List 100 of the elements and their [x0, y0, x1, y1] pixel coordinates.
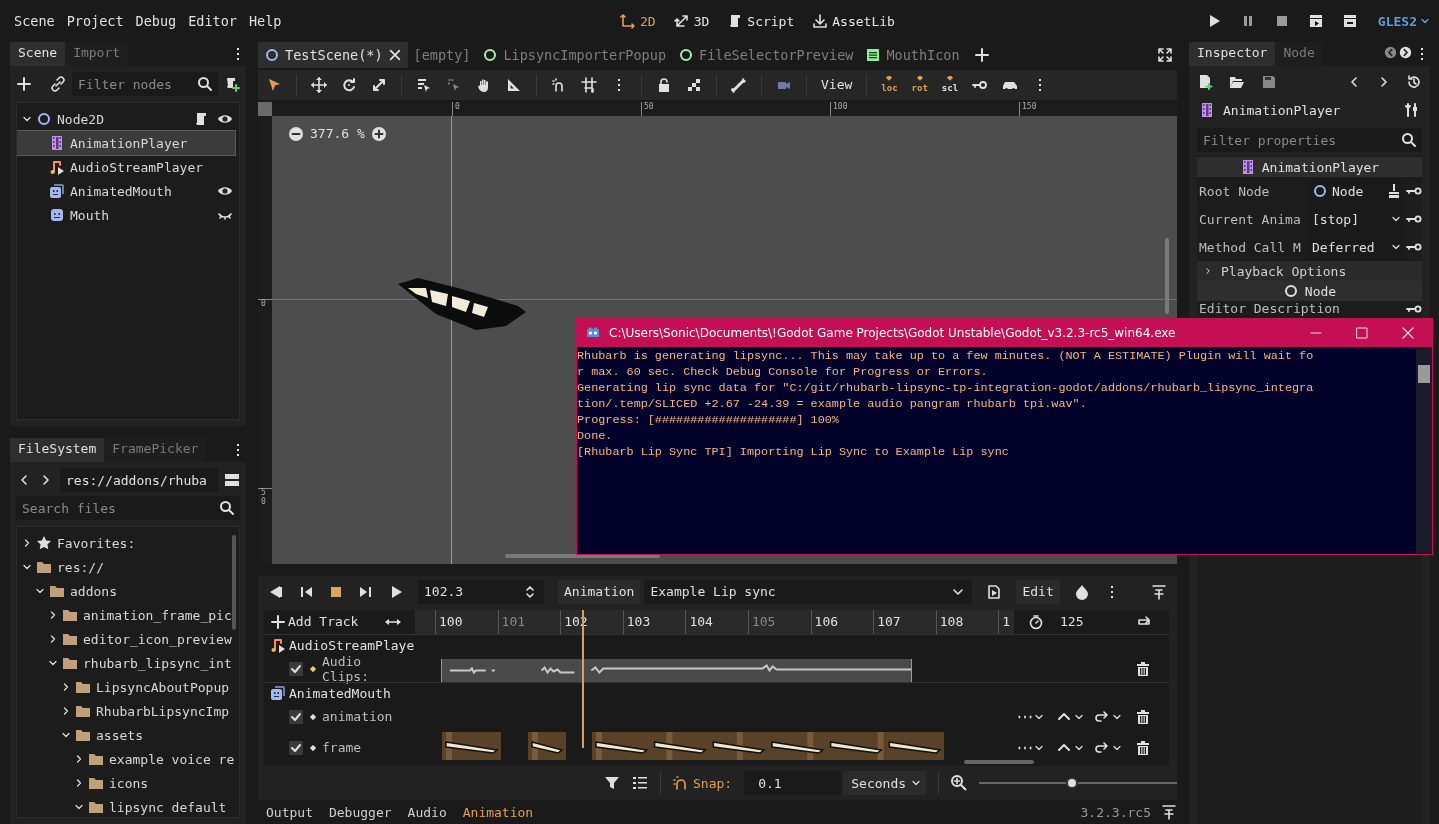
move-icon[interactable] — [311, 76, 327, 93]
rotate-icon[interactable] — [341, 76, 357, 93]
keyframe-button[interactable]: rot — [911, 76, 928, 94]
list-icon[interactable] — [632, 775, 648, 792]
trash-icon[interactable] — [1135, 739, 1151, 756]
onion-icon[interactable] — [1073, 583, 1090, 600]
filter-field[interactable]: Filter nodes — [72, 72, 218, 96]
checkbox[interactable] — [288, 708, 304, 725]
renderer-dropdown[interactable]: GLES2 — [1377, 13, 1431, 29]
file-tree-item[interactable]: LipsyncAboutPopup — [17, 675, 239, 699]
ruler-icon[interactable] — [506, 76, 522, 93]
scene-tree-item[interactable]: AudioStreamPlayer — [17, 155, 239, 179]
keyframe-button[interactable]: loc — [881, 76, 898, 94]
bone-icon[interactable] — [731, 76, 747, 93]
clapper-play-icon[interactable] — [1307, 13, 1324, 29]
zoom-out-icon[interactable] — [288, 125, 304, 142]
animation-menu-button[interactable]: Animation — [558, 579, 641, 604]
menu-item[interactable]: Debug — [129, 9, 183, 33]
workspace-button[interactable]: AssetLib — [812, 11, 895, 31]
new-resource-icon[interactable] — [1197, 74, 1213, 90]
clear-icon[interactable] — [1386, 183, 1402, 199]
tools-icon[interactable] — [1404, 102, 1420, 118]
autoplay-icon[interactable] — [986, 583, 1003, 600]
split-view-icon[interactable] — [224, 472, 240, 488]
file-tree-item[interactable]: rhubarb_lipsync_int — [17, 651, 239, 675]
dock-tab[interactable]: Node — [1275, 42, 1323, 66]
dock-tab[interactable]: FileSystem — [10, 438, 105, 462]
filter-icon[interactable] — [604, 775, 620, 792]
bottom-panel-tab[interactable]: Debugger — [320, 804, 400, 820]
time-field[interactable]: 102.3 — [418, 579, 544, 604]
file-tree-item[interactable]: res:// — [17, 555, 239, 579]
add-tab-icon[interactable] — [973, 47, 990, 63]
scrollbar[interactable] — [1165, 237, 1169, 314]
scene-tree-item[interactable]: Mouth — [17, 203, 239, 227]
zoom-icon[interactable] — [951, 775, 968, 792]
editor-tab[interactable]: LipsyncImporterPopup — [476, 42, 672, 68]
file-tree-item[interactable]: animation_frame_pic — [17, 603, 239, 627]
next-icon[interactable] — [1399, 46, 1412, 59]
track-name[interactable]: animation — [322, 709, 393, 725]
stopwatch-icon[interactable] — [1028, 613, 1044, 630]
file-tree-item[interactable]: Favorites: — [17, 531, 239, 555]
list-select-icon[interactable] — [416, 76, 432, 93]
bottom-panel-tab[interactable]: Animation — [454, 804, 542, 820]
checkbox[interactable] — [288, 739, 304, 756]
file-tree-item[interactable]: lipsync default — [17, 795, 239, 817]
file-tree-item[interactable]: RhubarbLipsyncImp — [17, 699, 239, 723]
file-tree-item[interactable]: editor_icon_preview — [17, 627, 239, 651]
open-folder-icon[interactable] — [1229, 74, 1245, 90]
scrollbar[interactable] — [964, 760, 1034, 765]
menu-item[interactable]: Project — [60, 9, 130, 33]
zoom-in-icon[interactable] — [370, 125, 387, 142]
group-icon[interactable] — [686, 76, 702, 93]
add-script-icon[interactable] — [224, 76, 240, 92]
search-field[interactable]: Search files — [16, 496, 240, 520]
property-group[interactable]: Playback Options — [1197, 261, 1422, 281]
select-arrow-icon[interactable] — [266, 76, 282, 93]
clapper-icon[interactable] — [1341, 13, 1358, 29]
save-icon[interactable] — [1261, 74, 1277, 90]
expand-panel-icon[interactable] — [1161, 804, 1177, 821]
pin-icon[interactable] — [1151, 583, 1167, 600]
maximize-icon[interactable] — [1354, 325, 1370, 341]
fullscreen-icon[interactable] — [1157, 47, 1173, 63]
scrollbar[interactable] — [1416, 347, 1432, 554]
animation-dropdown[interactable]: Example Lip sync — [644, 579, 973, 604]
scene-tree-item[interactable]: Node2D — [17, 107, 239, 131]
close-icon[interactable] — [387, 48, 402, 62]
bottom-panel-tab[interactable]: Output — [258, 804, 321, 820]
file-tree-item[interactable]: addons — [17, 579, 239, 603]
track-name[interactable]: frame — [322, 740, 362, 756]
dock-tab[interactable]: Scene — [10, 42, 66, 66]
history-icon[interactable] — [1406, 74, 1422, 90]
editor-tab[interactable]: FileSelectorPreview — [672, 42, 860, 68]
lock-icon[interactable] — [656, 76, 672, 93]
close-icon[interactable] — [1400, 325, 1416, 341]
scene-tree-item[interactable]: AnimationPlayer — [17, 131, 235, 155]
track-name[interactable]: Audio Clips: — [322, 653, 415, 684]
menu-item[interactable]: Scene — [8, 9, 61, 33]
dock-tab[interactable]: FramePicker — [104, 438, 207, 462]
edit-button[interactable]: Edit — [1016, 579, 1060, 604]
scene-tree-item[interactable]: AnimatedMouth — [17, 179, 239, 203]
snap-unit-dropdown[interactable]: Seconds — [843, 771, 927, 796]
path-field[interactable]: res://addons/rhuba — [60, 468, 218, 492]
trash-icon[interactable] — [1135, 708, 1151, 725]
workspace-button[interactable]: 3D — [673, 11, 710, 31]
editor-tab[interactable]: TestScene(*) — [258, 42, 408, 68]
filter-field[interactable]: Filter properties — [1197, 128, 1422, 152]
previous-icon[interactable] — [1384, 46, 1397, 59]
grid-snap-icon[interactable] — [581, 76, 597, 93]
editor-tab[interactable]: [empty] — [407, 42, 477, 68]
track-group-label[interactable]: AudioStreamPlaye — [264, 633, 1169, 656]
dock-tab[interactable]: Import — [65, 42, 129, 66]
play-backwards-icon[interactable] — [268, 583, 284, 600]
workspace-button[interactable]: Script — [727, 11, 795, 31]
view-menu[interactable]: View — [821, 77, 853, 93]
snap-field[interactable]: 0.1 — [744, 771, 842, 796]
audio-clip[interactable] — [441, 658, 912, 682]
bottom-panel-tab[interactable]: Audio — [399, 804, 455, 820]
scrollbar[interactable] — [232, 535, 236, 630]
workspace-button[interactable]: 2D — [620, 11, 656, 31]
file-tree-item[interactable]: assets — [17, 723, 239, 747]
